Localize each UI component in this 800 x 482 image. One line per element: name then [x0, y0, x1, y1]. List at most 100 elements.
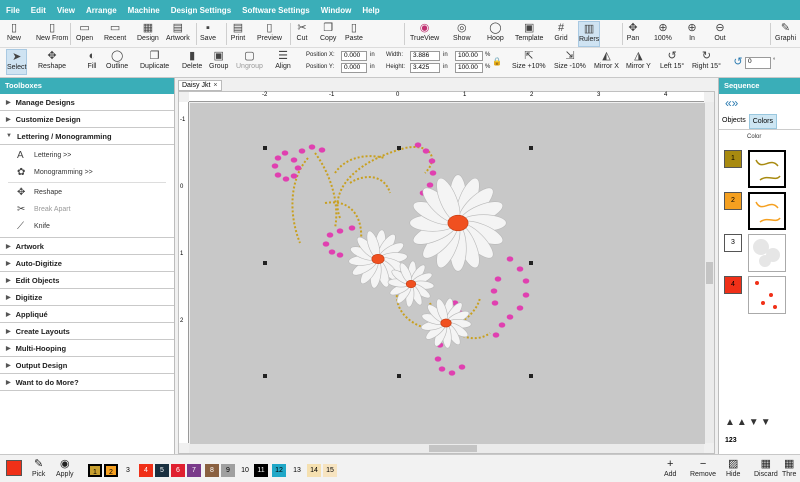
- menu-window[interactable]: Window: [321, 6, 352, 15]
- color-swatch[interactable]: 2: [724, 192, 742, 210]
- color-thumbnail[interactable]: [748, 234, 786, 272]
- selection-handle[interactable]: [263, 146, 267, 150]
- tab-objects[interactable]: Objects: [719, 114, 749, 129]
- menu-machine[interactable]: Machine: [128, 6, 160, 15]
- toolbox-edit-objects[interactable]: ▶ Edit Objects: [0, 272, 174, 289]
- discard-button[interactable]: ▦ Discard: [754, 458, 778, 478]
- menu-view[interactable]: View: [57, 6, 75, 15]
- palette-color-chip[interactable]: 4: [139, 464, 153, 477]
- tool-left-15--button[interactable]: ↺ Left 15°: [660, 49, 684, 75]
- toolbar-rulers-button[interactable]: ▥ Rulers: [578, 21, 601, 47]
- palette-color-chip[interactable]: 9: [221, 464, 235, 477]
- toolbar-save-button[interactable]: ▪ Save: [200, 21, 216, 47]
- tool-lettering[interactable]: A Lettering >>: [0, 147, 174, 164]
- palette-color-chip[interactable]: 3: [121, 464, 135, 477]
- toolbar-artwork-button[interactable]: ▤ Artwork: [166, 21, 190, 47]
- toolbar-print-button[interactable]: ▤ Print: [230, 21, 246, 47]
- toolbar-paste-button[interactable]: ▯ Paste: [345, 21, 363, 47]
- toolbox-multi-hooping[interactable]: ▶ Multi-Hooping: [0, 340, 174, 357]
- toolbox-lettering-monogramming[interactable]: ▼ Lettering / Monogramming: [0, 128, 174, 145]
- tool-mirror-y-button[interactable]: ◮ Mirror Y: [626, 49, 651, 75]
- width-field[interactable]: 3.886: [410, 51, 440, 61]
- selection-handle[interactable]: [263, 374, 267, 378]
- scale-height-field[interactable]: 100.00: [455, 63, 483, 73]
- palette-color-chip[interactable]: 5: [155, 464, 169, 477]
- tool-ungroup-button[interactable]: ▢ Ungroup: [236, 49, 263, 75]
- toolbox-create-layouts[interactable]: ▶ Create Layouts: [0, 323, 174, 340]
- toolbar-pan-button[interactable]: ✥ Pan: [625, 21, 641, 47]
- tool-reshape[interactable]: ✥ Reshape: [0, 184, 174, 201]
- toolbar-design-button[interactable]: ▦ Design: [137, 21, 159, 47]
- horizontal-scrollbar[interactable]: [189, 444, 704, 453]
- horizontal-scroll-thumb[interactable]: [429, 445, 477, 452]
- toolbar-hoop-button[interactable]: ◯ Hoop: [487, 21, 504, 47]
- selection-handle[interactable]: [263, 261, 267, 265]
- palette-color-chip[interactable]: 11: [254, 464, 268, 477]
- toolbar-template-button[interactable]: ▣ Template: [515, 21, 543, 47]
- toolbox-manage-designs[interactable]: ▶ Manage Designs: [0, 94, 174, 111]
- toolbar-copy-button[interactable]: ❐ Copy: [320, 21, 336, 47]
- palette-color-chip[interactable]: 2: [104, 464, 118, 477]
- current-color-swatch[interactable]: [6, 460, 22, 476]
- selection-handle[interactable]: [529, 374, 533, 378]
- tool-monogramming[interactable]: ✿ Monogramming >>: [0, 164, 174, 181]
- palette-color-chip[interactable]: 1: [88, 464, 102, 477]
- pick-button[interactable]: ✎ Pick: [32, 458, 45, 478]
- palette-color-chip[interactable]: 8: [205, 464, 219, 477]
- tool-knife[interactable]: ⟋ Knife: [0, 218, 174, 235]
- sequence-color-item[interactable]: 2: [724, 192, 796, 230]
- rotation-field[interactable]: 0: [745, 57, 771, 69]
- sequence-move-arrows-icon[interactable]: ▲▲▼▼: [725, 417, 773, 428]
- tool-outline-button[interactable]: ◯ Outline: [106, 49, 128, 75]
- color-swatch[interactable]: 1: [724, 150, 742, 168]
- selection-handle[interactable]: [397, 374, 401, 378]
- sequence-color-item[interactable]: 3: [724, 234, 796, 272]
- toolbox-digitize[interactable]: ▶ Digitize: [0, 289, 174, 306]
- tool-delete-button[interactable]: ▮ Delete: [182, 49, 202, 75]
- toolbar-trueview-button[interactable]: ◉ TrueView: [410, 21, 439, 47]
- color-thumbnail[interactable]: [748, 192, 786, 230]
- toolbar-100--button[interactable]: ⊕ 100%: [654, 21, 672, 47]
- menu-arrange[interactable]: Arrange: [86, 6, 117, 15]
- palette-color-chip[interactable]: 15: [323, 464, 337, 477]
- position-x-field[interactable]: 0.000: [341, 51, 367, 61]
- sequence-nav-arrows-icon[interactable]: «»: [725, 96, 738, 110]
- close-tab-icon[interactable]: ×: [213, 82, 217, 89]
- palette-color-chip[interactable]: 14: [307, 464, 321, 477]
- color-thumbnail[interactable]: [748, 276, 786, 314]
- palette-color-chip[interactable]: 12: [272, 464, 286, 477]
- toolbar-preview-button[interactable]: ▯ Preview: [257, 21, 282, 47]
- tool-duplicate-button[interactable]: ❐ Duplicate: [140, 49, 169, 75]
- toolbar-in-button[interactable]: ⊕ In: [684, 21, 700, 47]
- vertical-scrollbar[interactable]: [705, 102, 714, 443]
- palette-color-chip[interactable]: 10: [238, 464, 252, 477]
- toolbar-out-button[interactable]: ⊖ Out: [712, 21, 728, 47]
- toolbar-show-button[interactable]: ◎ Show: [453, 21, 471, 47]
- tool-fill-button[interactable]: ◐ Fill: [84, 49, 100, 75]
- palette-color-chip[interactable]: 6: [171, 464, 185, 477]
- toolbox-appliqu-[interactable]: ▶ Appliqué: [0, 306, 174, 323]
- toolbar-recent-button[interactable]: ▭ Recent: [104, 21, 126, 47]
- menu-edit[interactable]: Edit: [31, 6, 46, 15]
- toolbox-artwork[interactable]: ▶ Artwork: [0, 238, 174, 255]
- position-y-field[interactable]: 0.000: [341, 63, 367, 73]
- hide-button[interactable]: ▨ Hide: [726, 458, 740, 478]
- toolbar-open-button[interactable]: ▭ Open: [76, 21, 93, 47]
- menu-help[interactable]: Help: [362, 6, 379, 15]
- menu-software-settings[interactable]: Software Settings: [242, 6, 310, 15]
- color-thumbnail[interactable]: [748, 150, 786, 188]
- tool-mirror-x-button[interactable]: ◭ Mirror X: [594, 49, 619, 75]
- design-canvas[interactable]: [190, 103, 705, 444]
- toolbox-want-to-do-more-[interactable]: ▶ Want to do More?: [0, 374, 174, 391]
- apply-button[interactable]: ◉ Apply: [56, 458, 74, 478]
- toolbox-customize-design[interactable]: ▶ Customize Design: [0, 111, 174, 128]
- embroidery-design[interactable]: [190, 103, 705, 444]
- toolbar-grid-button[interactable]: # Grid: [553, 21, 569, 47]
- toolbar-new-button[interactable]: ▯ New: [6, 21, 22, 47]
- toolbar-graphi-button[interactable]: ✎ Graphi: [775, 21, 796, 47]
- selection-handle[interactable]: [529, 261, 533, 265]
- tool-select-button[interactable]: ➤ Select: [6, 49, 28, 75]
- selection-handle[interactable]: [529, 146, 533, 150]
- tool-align-button[interactable]: ☰ Align: [275, 49, 291, 75]
- tool-break-apart[interactable]: ✂ Break Apart: [0, 201, 174, 218]
